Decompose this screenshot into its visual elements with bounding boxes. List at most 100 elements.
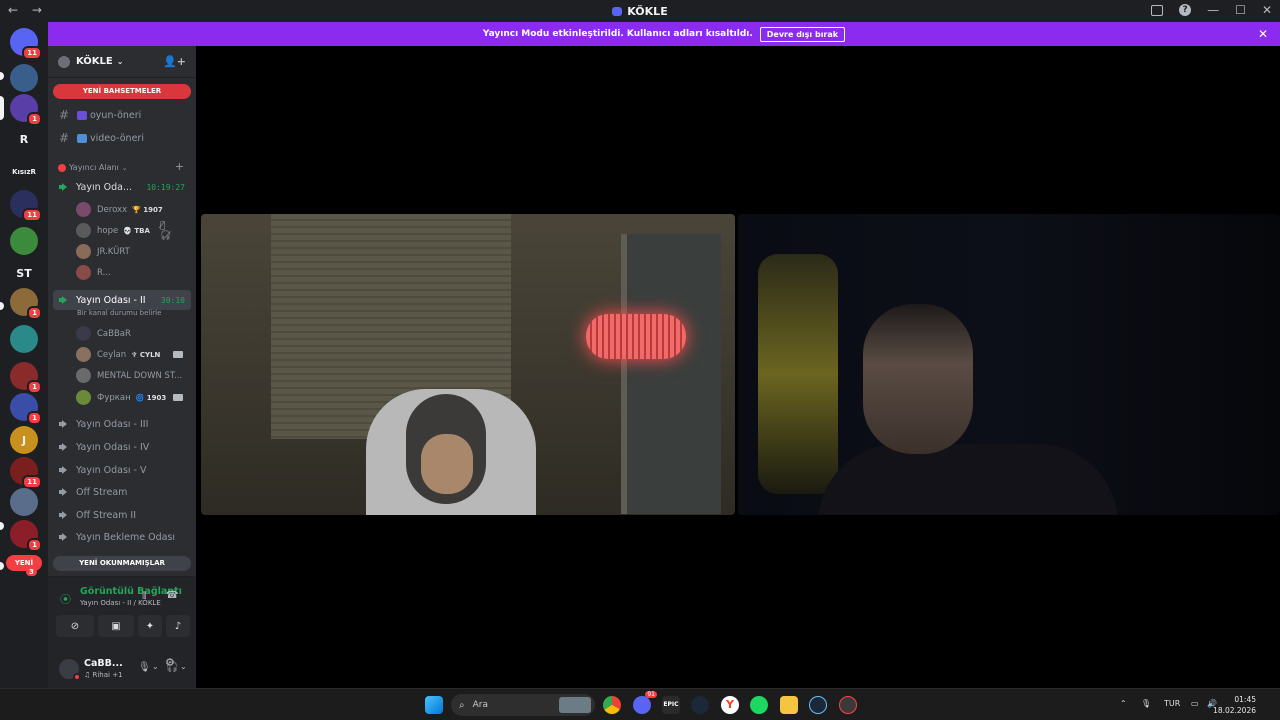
- category-header[interactable]: Yayıncı Alanı ⌄: [58, 163, 128, 172]
- disconnect-icon[interactable]: ☎: [166, 590, 178, 601]
- server-icon[interactable]: 1: [10, 520, 42, 552]
- network-icon[interactable]: ▭: [1191, 699, 1199, 708]
- maximize-button[interactable]: ☐: [1235, 3, 1246, 17]
- voice-channel[interactable]: Yayın Odası - III: [53, 414, 191, 434]
- minimize-button[interactable]: —: [1207, 3, 1219, 17]
- epic-games-icon[interactable]: EPIC: [662, 696, 680, 714]
- user-tag: ♆ CYLN: [131, 350, 161, 359]
- server-icon[interactable]: [10, 488, 38, 516]
- banner-close-icon[interactable]: ✕: [1258, 27, 1268, 41]
- steam-icon[interactable]: [691, 696, 709, 714]
- voice-channel[interactable]: Yayın Odası - IV: [53, 437, 191, 457]
- camera-icon: [173, 351, 183, 358]
- camera-off-button[interactable]: ⊘: [56, 615, 94, 637]
- tray-language[interactable]: TUR: [1164, 699, 1180, 708]
- server-label: J: [21, 433, 27, 447]
- video-tile-1[interactable]: [201, 214, 735, 515]
- unread-indicator: [0, 302, 4, 310]
- server-icon[interactable]: 11: [10, 190, 42, 222]
- server-icon[interactable]: 11: [10, 457, 42, 489]
- server-icon[interactable]: [10, 325, 38, 353]
- text-channel[interactable]: # oyun-öneri: [53, 105, 191, 125]
- steam-2-icon[interactable]: [809, 696, 827, 714]
- disable-streamer-mode-button[interactable]: Devre dışı bırak: [759, 26, 846, 42]
- voice-user-name: R...: [97, 267, 111, 278]
- speaker-icon: [59, 419, 69, 429]
- background-window: [621, 234, 721, 514]
- voice-channel[interactable]: Yayın Bekleme Odası: [53, 527, 191, 547]
- server-icon[interactable]: [10, 64, 38, 92]
- chevron-down-icon[interactable]: ⌄: [152, 662, 159, 671]
- new-mentions-pill[interactable]: YENİ BAHSETMELER: [53, 84, 191, 99]
- server-icon[interactable]: [10, 227, 38, 255]
- taskbar-clock[interactable]: 01:45 18.02.2026: [1213, 694, 1256, 716]
- discord-icon[interactable]: 91: [633, 691, 657, 714]
- speaker-icon: [59, 532, 69, 542]
- spotify-icon[interactable]: [750, 696, 768, 714]
- soundboard-button[interactable]: ♪: [166, 615, 190, 637]
- voice-user[interactable]: Deroxx 🏆 1907: [76, 200, 163, 219]
- guild-header[interactable]: KÖKLE ⌄ 👤+: [48, 46, 196, 78]
- voice-channel[interactable]: Off Stream II: [53, 505, 191, 525]
- voice-channel[interactable]: Yayın Oda... 10:19:27: [53, 177, 191, 197]
- voice-user[interactable]: MENTAL DOWN ST...: [76, 366, 182, 385]
- chevron-down-icon[interactable]: ⌄: [180, 662, 187, 671]
- voice-channel[interactable]: Yayın Odası - II 30:10: [53, 290, 191, 310]
- activities-button[interactable]: ✦: [138, 615, 162, 637]
- server-icon[interactable]: KısızR: [10, 158, 38, 186]
- voice-channel[interactable]: Yayın Odası - V: [53, 460, 191, 480]
- server-icon[interactable]: 11: [10, 28, 42, 60]
- invite-people-icon[interactable]: 👤+: [163, 55, 186, 68]
- server-icon[interactable]: J: [10, 426, 38, 454]
- voice-user[interactable]: Ceylan ♆ CYLN: [76, 345, 183, 364]
- video-tile-2[interactable]: [738, 214, 1280, 515]
- voice-user[interactable]: Фуркан 🌀 1903: [76, 388, 183, 407]
- voice-user[interactable]: hope 💀 TBA 🎙̸ 🎧̸: [76, 221, 171, 241]
- noise-suppression-icon[interactable]: ⦀: [142, 591, 146, 602]
- help-icon[interactable]: ?: [1179, 4, 1192, 16]
- file-explorer-icon[interactable]: [780, 696, 798, 714]
- voice-connection-panel: ⦿ Görüntülü Bağlantı Yayın Odası - II / …: [48, 576, 196, 688]
- tray-microphone-icon[interactable]: 🎙: [1141, 699, 1151, 708]
- tray-chevron-up-icon[interactable]: ⌃: [1120, 699, 1127, 708]
- chevron-down-icon: ⌄: [121, 163, 128, 172]
- voice-connected-channel[interactable]: Yayın Odası - II / KÖKLE: [80, 599, 161, 607]
- windows-start-icon[interactable]: [425, 696, 443, 714]
- speaker-icon: [59, 295, 69, 305]
- inbox-icon[interactable]: [1151, 4, 1164, 16]
- chrome-icon[interactable]: [603, 696, 621, 714]
- app-icon[interactable]: [839, 696, 857, 714]
- voice-user[interactable]: CaBBaR: [76, 324, 131, 343]
- server-icon[interactable]: 1: [10, 94, 42, 126]
- server-icon[interactable]: ST: [10, 259, 38, 287]
- muted-deafened-icon: 🎙̸ 🎧̸: [160, 220, 172, 241]
- close-button[interactable]: ✕: [1262, 3, 1272, 17]
- settings-gear-icon[interactable]: ⚙: [165, 656, 175, 669]
- server-icon[interactable]: 1: [10, 288, 42, 320]
- voice-user-name: Ceylan: [97, 349, 127, 360]
- taskbar-search[interactable]: ⌕ Ara: [451, 694, 595, 716]
- yandex-icon[interactable]: Y: [721, 696, 739, 714]
- voice-channel[interactable]: Off Stream: [53, 482, 191, 502]
- server-icon[interactable]: R: [10, 125, 38, 153]
- voice-user[interactable]: JR.KÜRT: [76, 242, 130, 261]
- screen-share-button[interactable]: ▣: [98, 615, 134, 637]
- voice-channel-name: Yayın Bekleme Odası: [76, 531, 176, 543]
- create-channel-icon[interactable]: +: [175, 160, 184, 173]
- new-servers-pill[interactable]: YENİ: [6, 555, 42, 571]
- channel-status[interactable]: Bir kanal durumu belirle: [77, 309, 161, 317]
- signal-icon[interactable]: ⦿: [60, 591, 72, 606]
- new-unread-pill[interactable]: YENİ OKUNMAMIŞLAR: [53, 556, 191, 571]
- speaker-icon: [59, 465, 69, 475]
- server-icon[interactable]: 1: [10, 362, 42, 394]
- microphone-icon[interactable]: 🎙: [138, 662, 151, 673]
- server-rail: 11 1 R KısızR 11 ST 1 1 1 J 11 1 YENİ 3: [0, 22, 48, 688]
- voice-channel-name: Yayın Odası - III: [76, 418, 149, 430]
- voice-user[interactable]: R...: [76, 263, 111, 282]
- channel-emoji-icon: [77, 110, 87, 120]
- text-channel[interactable]: # video-öneri: [53, 128, 191, 148]
- avatar[interactable]: [59, 659, 81, 681]
- avatar: [76, 223, 91, 238]
- server-icon[interactable]: 1: [10, 393, 42, 425]
- user-name[interactable]: CaBB...: [84, 658, 123, 669]
